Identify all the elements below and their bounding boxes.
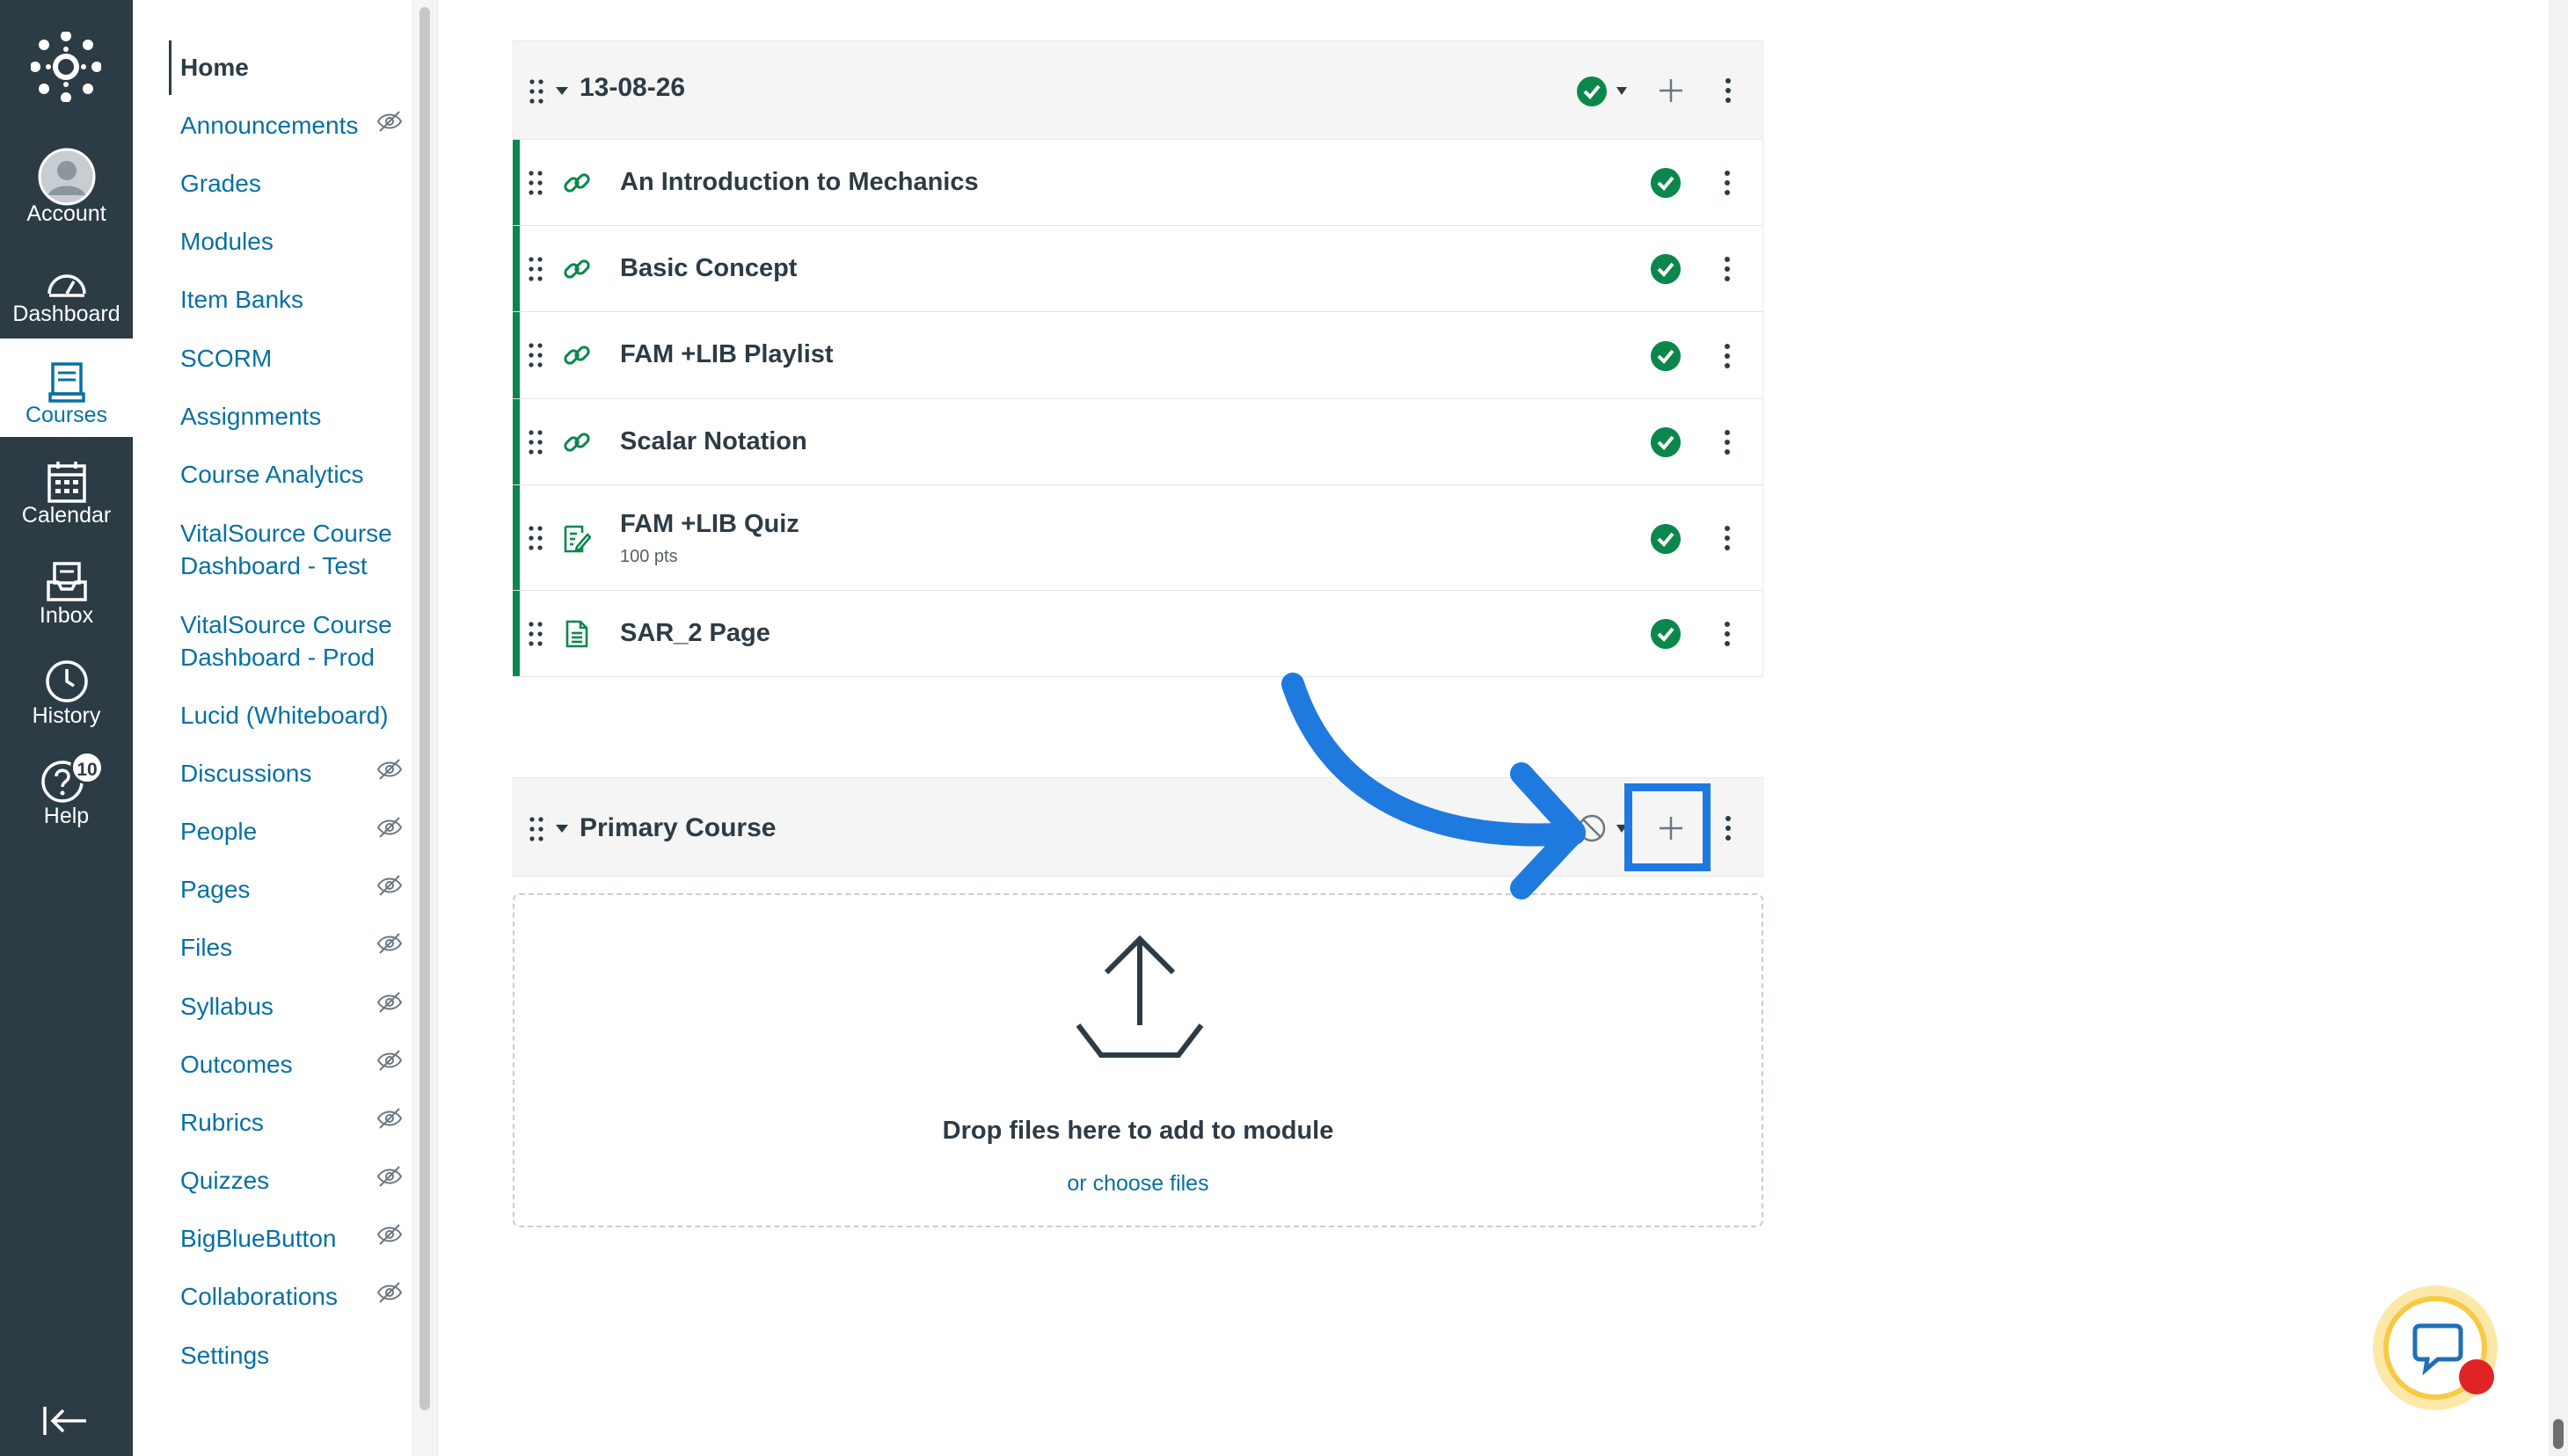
page-scrollbar[interactable] <box>2549 0 2568 1456</box>
chat-widget-button[interactable] <box>2373 1285 2498 1410</box>
chat-bubble-icon <box>2412 1323 2463 1376</box>
chat-notification-dot <box>2459 1359 2494 1394</box>
scrollbar-thumb[interactable] <box>2553 1419 2564 1449</box>
annotation-arrow <box>1281 673 1586 899</box>
canvas-app: Account Dashboard Courses Calendar Inbox… <box>0 0 2568 1456</box>
